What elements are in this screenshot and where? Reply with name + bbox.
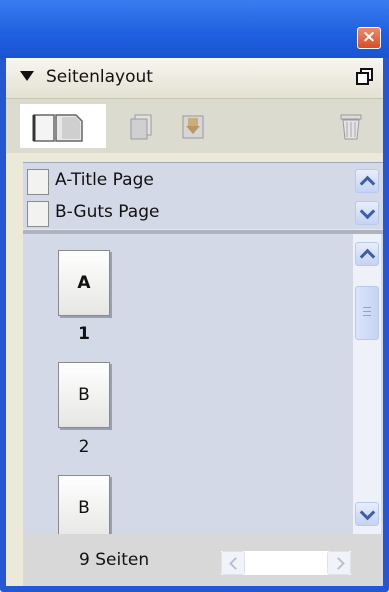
page-master-letter: B: [78, 498, 90, 518]
grip-line: [363, 307, 371, 308]
master-label: B-Guts Page: [55, 202, 160, 222]
master-thumbnail: [27, 169, 49, 195]
masters-scroll-up-button[interactable]: [355, 169, 379, 193]
title-bar[interactable]: ×: [0, 0, 389, 58]
pages-scroll-down-button[interactable]: [355, 502, 379, 526]
scroll-left-button[interactable]: [221, 551, 245, 575]
panel-header[interactable]: Seitenlayout: [6, 58, 383, 99]
triangle-down-icon[interactable]: [20, 71, 34, 81]
page-count-label: 9 Seiten: [79, 550, 150, 570]
page-thumbnail-1[interactable]: A: [58, 250, 110, 316]
master-item-a[interactable]: A-Title Page: [23, 165, 343, 197]
chevron-right-icon: [332, 557, 345, 570]
page-number: 1: [78, 324, 90, 344]
master-thumbnail: [27, 201, 49, 227]
pages-vertical-scrollbar[interactable]: [353, 234, 381, 534]
masters-scroll-down-button[interactable]: [355, 201, 379, 225]
master-item-b[interactable]: B-Guts Page: [23, 197, 343, 229]
trash-icon[interactable]: [336, 110, 366, 142]
page-master-letter: B: [78, 385, 90, 405]
grip-line: [363, 315, 371, 316]
insert-page-icon[interactable]: [178, 112, 208, 142]
spread-view-icon: [32, 114, 83, 142]
page-master-letter: A: [77, 273, 91, 293]
toolbar: [6, 99, 383, 153]
chevron-left-icon: [229, 557, 242, 570]
panel-footer: 9 Seiten: [23, 534, 383, 586]
scroll-right-button[interactable]: [327, 551, 351, 575]
pages-list: A 1 B 2 B: [23, 234, 383, 534]
spread-view-toggle[interactable]: [20, 104, 106, 148]
chevron-down-icon: [359, 203, 376, 220]
page-thumbnail-2[interactable]: B: [58, 362, 110, 428]
new-page-icon[interactable]: [126, 112, 156, 142]
page-thumbnail-3[interactable]: B: [58, 475, 110, 534]
scrollbar-thumb[interactable]: [355, 286, 379, 340]
panel-title: Seitenlayout: [46, 67, 153, 87]
close-button[interactable]: ×: [357, 27, 381, 49]
palette-window: × Seitenlayout A-Title Page B-Guts Page …: [0, 0, 389, 592]
masters-list: A-Title Page B-Guts Page: [23, 162, 383, 229]
page-number: 2: [78, 437, 90, 457]
chevron-up-icon: [359, 248, 376, 265]
pages-scroll-up-button[interactable]: [355, 242, 379, 266]
horizontal-scrollbar[interactable]: [221, 551, 351, 575]
chevron-down-icon: [359, 504, 376, 521]
panel-body: Seitenlayout A-Title Page B-Guts Page A …: [6, 58, 383, 586]
master-label: A-Title Page: [55, 170, 154, 190]
panel-options-icon[interactable]: [355, 67, 375, 87]
chevron-up-icon: [359, 175, 376, 192]
grip-line: [363, 311, 371, 312]
